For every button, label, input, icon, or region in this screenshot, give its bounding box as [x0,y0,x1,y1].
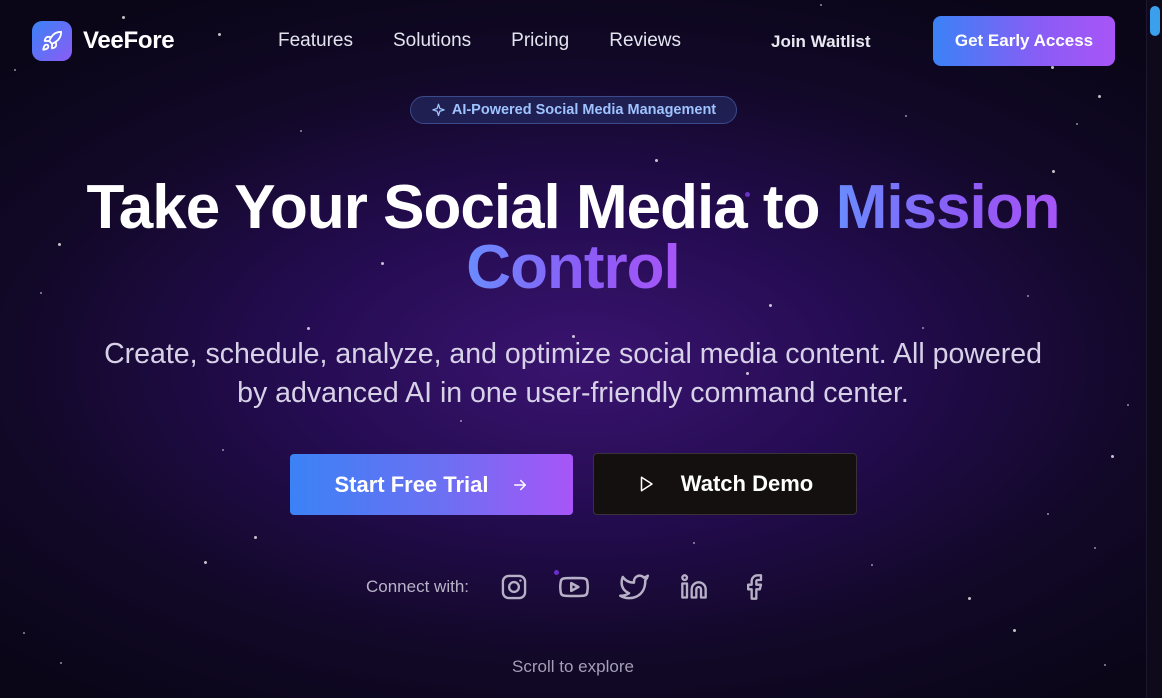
headline-gradient-text-2: Control [466,233,680,302]
twitter-icon[interactable] [619,572,649,602]
scrollbar-thumb[interactable] [1150,6,1160,36]
facebook-icon[interactable] [739,572,769,602]
hero-subtitle: Create, schedule, analyze, and optimize … [104,338,1042,409]
headline-gradient-text: Mission [835,173,1061,242]
get-early-access-button[interactable]: Get Early Access [933,16,1115,66]
page-scrollbar[interactable] [1146,0,1162,698]
brand-logo[interactable]: VeeFore [32,21,175,61]
badge-text: AI-Powered Social Media Management [451,102,717,118]
ai-badge: AI-Powered Social Media Management [410,96,737,124]
scroll-hint: Scroll to explore [512,657,634,676]
hero-headline: Take Your Social Media to Mission Contro… [0,177,1146,299]
join-waitlist-link[interactable]: Join Waitlist [771,32,871,52]
brand-name: VeeFore [83,27,175,54]
connect-label: Connect with: [366,577,469,596]
linkedin-icon[interactable] [679,572,709,602]
nav-link-reviews[interactable]: Reviews [609,30,681,52]
rocket-icon [32,21,72,61]
sparkle-icon [432,103,445,116]
nav-link-solutions[interactable]: Solutions [393,30,471,52]
instagram-icon[interactable] [499,572,529,602]
arrow-right-icon [513,479,526,490]
headline-white-text: Take Your Social Media to [86,173,820,242]
nav-link-features[interactable]: Features [278,30,353,52]
youtube-icon[interactable] [559,572,589,602]
start-free-trial-label: Start Free Trial [334,471,489,497]
play-icon [640,476,653,492]
social-connect: Connect with: [366,572,799,602]
watch-demo-label: Watch Demo [680,471,814,496]
nav-link-pricing[interactable]: Pricing [511,30,569,52]
watch-demo-button[interactable]: Watch Demo [593,453,857,515]
top-navigation: VeeFore Features Solutions Pricing Revie… [0,0,1162,82]
nav-links: Features Solutions Pricing Reviews [278,30,681,52]
start-free-trial-button[interactable]: Start Free Trial [290,454,573,515]
